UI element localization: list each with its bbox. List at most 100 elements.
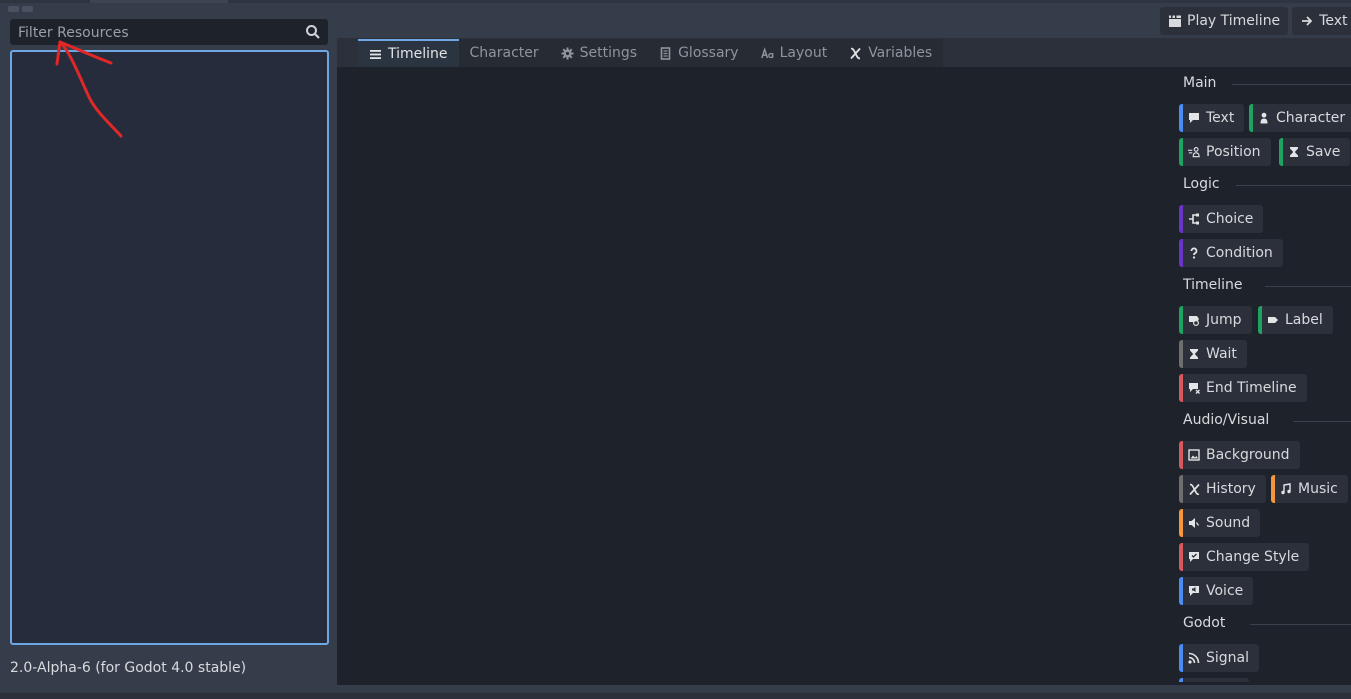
event-palette: Main Text Character Position Save Logic … — [1170, 67, 1351, 682]
section-timeline-title: Timeline — [1183, 277, 1243, 293]
event-jump-button[interactable]: Jump — [1179, 306, 1252, 334]
tab-layout[interactable]: Layout — [749, 39, 839, 67]
event-condition-label: Condition — [1206, 245, 1273, 261]
event-text-label: Text — [1206, 110, 1235, 126]
section-divider — [1232, 84, 1351, 85]
gear-icon — [561, 47, 574, 59]
event-jump-label: Jump — [1206, 312, 1242, 328]
search-icon[interactable] — [305, 24, 321, 40]
tab-glossary-label: Glossary — [678, 45, 739, 61]
resource-tree[interactable] — [10, 50, 329, 645]
question-icon — [1190, 247, 1198, 259]
person-icon — [1260, 112, 1268, 124]
top-toolbar: Play Timeline Text Ec — [1160, 7, 1351, 35]
tab-settings-label: Settings — [579, 45, 638, 61]
font-icon — [760, 46, 773, 58]
event-sound-button[interactable]: Sound — [1179, 509, 1261, 537]
event-voice-button[interactable]: Voice — [1179, 577, 1254, 605]
variable-icon — [1189, 483, 1200, 495]
tab-settings[interactable]: Settings — [549, 39, 649, 67]
event-character-button[interactable]: Character — [1249, 104, 1351, 132]
voice-bubble-icon — [1189, 586, 1199, 596]
play-timeline-button[interactable]: Play Timeline — [1160, 7, 1289, 35]
section-logic-title: Logic — [1183, 176, 1220, 192]
color-bar — [1179, 577, 1183, 605]
event-end-timeline-button[interactable]: End Timeline — [1179, 374, 1307, 402]
color-bar — [1249, 104, 1253, 132]
event-signal-label: Signal — [1206, 650, 1250, 666]
event-wait-label: Wait — [1206, 346, 1237, 362]
section-divider — [1293, 421, 1351, 422]
color-bar — [1179, 509, 1183, 537]
jump-icon — [1189, 316, 1199, 326]
event-end-timeline-label: End Timeline — [1206, 380, 1297, 396]
clapperboard-icon — [1169, 15, 1181, 27]
event-choice-button[interactable]: Choice — [1179, 205, 1264, 233]
section-divider — [1250, 624, 1351, 625]
play-timeline-label: Play Timeline — [1187, 13, 1281, 29]
event-position-button[interactable]: Position — [1179, 138, 1271, 166]
color-bar — [1179, 475, 1183, 503]
panel-handle[interactable] — [8, 6, 33, 12]
section-main-title: Main — [1183, 75, 1217, 91]
event-signal-button[interactable]: Signal — [1179, 644, 1260, 672]
color-bar — [1179, 374, 1183, 402]
event-wait-button[interactable]: Wait — [1179, 340, 1247, 368]
color-bar — [1179, 138, 1183, 166]
move-person-icon — [1188, 146, 1200, 158]
speech-bubble-icon — [1189, 113, 1199, 123]
event-save-button[interactable]: Save — [1279, 138, 1351, 166]
tab-timeline[interactable]: Timeline — [358, 39, 459, 67]
section-divider — [1265, 286, 1351, 287]
event-change-style-button[interactable]: Change Style — [1179, 543, 1310, 571]
color-bar — [1179, 441, 1183, 469]
color-bar — [1179, 543, 1183, 571]
book-icon — [660, 46, 671, 60]
color-bar — [1179, 340, 1183, 368]
tab-timeline-label: Timeline — [388, 46, 448, 62]
event-position-label: Position — [1206, 144, 1261, 160]
event-history-button[interactable]: History — [1179, 475, 1266, 503]
editor-tabs: Timeline Character Settings Glossary Lay… — [358, 39, 944, 67]
list-icon — [370, 49, 381, 59]
event-background-label: Background — [1206, 447, 1290, 463]
color-bar — [1179, 239, 1183, 267]
event-save-label: Save — [1306, 144, 1341, 160]
tab-variables[interactable]: Variables — [838, 39, 944, 67]
event-change-style-label: Change Style — [1206, 549, 1300, 565]
color-bar — [1271, 475, 1275, 503]
speaker-icon — [1189, 518, 1199, 528]
image-icon — [1188, 449, 1200, 461]
branch-icon — [1189, 213, 1199, 225]
event-music-label: Music — [1298, 481, 1338, 497]
section-audio-visual-title: Audio/Visual — [1183, 412, 1270, 428]
event-condition-button[interactable]: Condition — [1179, 239, 1283, 267]
music-note-icon — [1281, 483, 1291, 495]
event-next-button[interactable] — [1179, 678, 1249, 682]
event-sound-label: Sound — [1206, 515, 1251, 531]
tab-character-label: Character — [469, 45, 539, 61]
filter-field[interactable] — [10, 19, 328, 47]
version-label: 2.0-Alpha-6 (for Godot 4.0 stable) — [10, 660, 247, 676]
event-label-button[interactable]: Label — [1258, 306, 1333, 334]
bottom-strip — [0, 685, 1351, 699]
event-voice-label: Voice — [1206, 583, 1244, 599]
end-bubble-icon — [1189, 383, 1200, 394]
text-editor-button[interactable]: Text Ec — [1292, 7, 1351, 35]
bottom-divider — [0, 693, 1351, 699]
tab-glossary[interactable]: Glossary — [648, 39, 750, 67]
tab-layout-label: Layout — [779, 45, 828, 61]
variable-icon — [850, 47, 861, 59]
event-music-button[interactable]: Music — [1271, 475, 1348, 503]
color-bar — [1179, 644, 1183, 672]
color-bar — [1279, 138, 1283, 166]
top-tab — [90, 0, 228, 3]
rss-icon — [1188, 652, 1200, 664]
event-text-button[interactable]: Text — [1179, 104, 1245, 132]
section-godot-title: Godot — [1183, 615, 1226, 631]
tab-character[interactable]: Character — [458, 39, 550, 67]
section-divider — [1236, 185, 1351, 186]
filter-input[interactable] — [16, 19, 300, 47]
hourglass-icon — [1190, 349, 1198, 359]
event-background-button[interactable]: Background — [1179, 441, 1300, 469]
